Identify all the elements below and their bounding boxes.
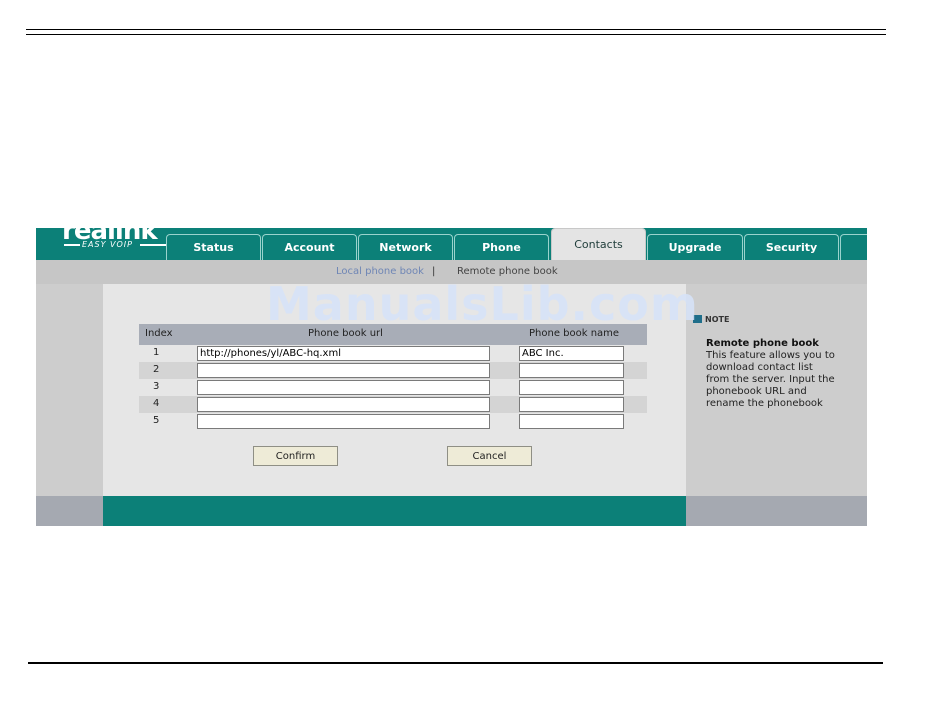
table-row: 3 (139, 379, 647, 396)
phone-book-name-input[interactable] (519, 346, 624, 361)
tab-security[interactable]: Security (744, 234, 839, 260)
footer-left (36, 496, 103, 526)
table-row: 4 (139, 396, 647, 413)
note-heading-text: NOTE (705, 315, 730, 324)
footer-right (686, 496, 867, 526)
table-row: 1 (139, 345, 647, 362)
web-ui-screenshot: realink EASY VOIP Status Account Network… (36, 228, 867, 526)
cancel-button[interactable]: Cancel (447, 446, 532, 466)
phone-book-url-input[interactable] (197, 414, 490, 429)
remote-phone-book-link[interactable]: Remote phone book (457, 266, 558, 277)
subnav-separator: | (432, 266, 436, 277)
tab-phone[interactable]: Phone (454, 234, 549, 260)
logo-tagline: EASY VOIP (56, 240, 166, 250)
index-column-header: Index (145, 328, 173, 339)
tagline-line-right (140, 244, 166, 246)
confirm-button[interactable]: Confirm (253, 446, 338, 466)
row-index: 1 (153, 347, 160, 358)
table-row: 5 (139, 413, 647, 430)
phone-book-name-input[interactable] (519, 397, 624, 412)
tab-network[interactable]: Network (358, 234, 453, 260)
phone-book-name-input[interactable] (519, 363, 624, 378)
phone-book-url-input[interactable] (197, 380, 490, 395)
row-index: 3 (153, 381, 160, 392)
tab-account[interactable]: Account (262, 234, 357, 260)
brand-logo: realink EASY VOIP (56, 228, 176, 254)
local-phone-book-link[interactable]: Local phone book (336, 266, 424, 277)
tab-contacts[interactable]: Contacts (551, 228, 646, 260)
table-row: 2 (139, 362, 647, 379)
row-index: 2 (153, 364, 160, 375)
tab-upgrade[interactable]: Upgrade (647, 234, 743, 260)
phone-book-url-input[interactable] (197, 346, 490, 361)
row-index: 4 (153, 398, 160, 409)
tagline-text: EASY VOIP (82, 240, 133, 249)
tab-status[interactable]: Status (166, 234, 261, 260)
footer-bar (103, 496, 686, 526)
header-rule-secondary (26, 34, 886, 35)
tagline-line-left (64, 244, 80, 246)
note-title: Remote phone book (706, 338, 819, 349)
watermark: ManualsLib.com (266, 277, 699, 331)
manual-page: realink EASY VOIP Status Account Network… (0, 0, 950, 709)
header-rule (26, 29, 886, 30)
row-index: 5 (153, 415, 160, 426)
left-column (36, 284, 103, 496)
phone-book-url-input[interactable] (197, 397, 490, 412)
phone-book-name-input[interactable] (519, 380, 624, 395)
note-body: This feature allows you to download cont… (706, 350, 835, 409)
tab-overflow[interactable] (840, 234, 867, 260)
phone-book-name-input[interactable] (519, 414, 624, 429)
footer-rule (28, 662, 883, 664)
phone-book-url-input[interactable] (197, 363, 490, 378)
